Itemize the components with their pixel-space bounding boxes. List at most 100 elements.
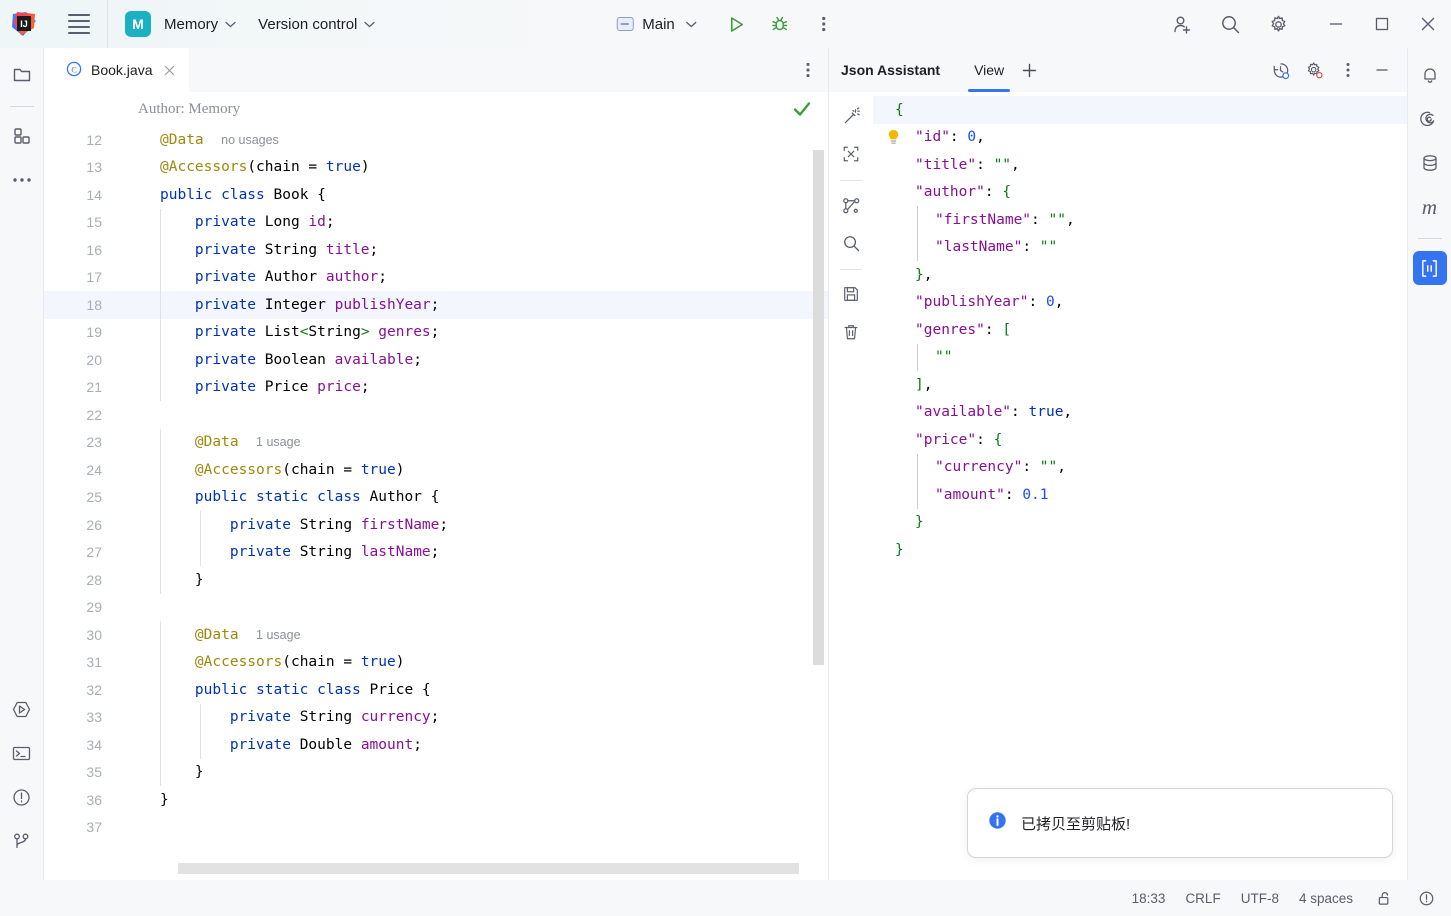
more-vertical-icon[interactable] [1331, 53, 1365, 87]
indent-guide [160, 319, 161, 347]
editor-tab-book-java[interactable]: C Book.java [44, 48, 189, 92]
json-line[interactable]: ], [873, 371, 1407, 399]
code-area[interactable]: 12@Data no usages13@Accessors(chain = tr… [44, 126, 828, 841]
magic-wand-icon[interactable] [835, 100, 867, 132]
gear-icon[interactable] [1261, 7, 1295, 41]
json-line[interactable]: "lastName": "" [873, 234, 1407, 262]
breadcrumb[interactable]: Author: Memory [44, 92, 828, 126]
code-line[interactable]: 24 @Accessors(chain = true) [44, 456, 828, 484]
code-line[interactable]: 14public class Book { [44, 181, 828, 209]
status-indent[interactable]: 4 spaces [1299, 891, 1353, 906]
code-line[interactable]: 32 public static class Price { [44, 676, 828, 704]
sidebar-item-structure[interactable] [5, 119, 39, 153]
sidebar-item-terminal[interactable] [5, 736, 39, 770]
code-line[interactable]: 12@Data no usages [44, 126, 828, 154]
json-line[interactable]: "" [873, 344, 1407, 372]
hamburger-menu-icon[interactable] [61, 0, 97, 48]
version-control-button[interactable]: Version control [254, 0, 379, 48]
json-line[interactable]: "title": "", [873, 151, 1407, 179]
sidebar-item-notifications[interactable] [1413, 58, 1447, 92]
code-line[interactable]: 28 } [44, 566, 828, 594]
code-line[interactable]: 37 [44, 814, 828, 842]
sidebar-item-json-assistant[interactable] [1413, 251, 1447, 285]
code-line[interactable]: 22 [44, 401, 828, 429]
json-line[interactable]: "price": { [873, 426, 1407, 454]
json-line[interactable]: } [873, 536, 1407, 564]
code-line[interactable]: 16 private String title; [44, 236, 828, 264]
json-line[interactable]: "author": { [873, 179, 1407, 207]
editor-body[interactable]: Author: Memory 12@Data no usages13@Acces… [44, 92, 828, 880]
code-line[interactable]: 35 } [44, 759, 828, 787]
sidebar-item-problems[interactable] [5, 780, 39, 814]
code-line[interactable]: 18 private Integer publishYear; [44, 291, 828, 319]
inspection-widget[interactable] [790, 97, 814, 126]
editor-vertical-scrollbar[interactable] [813, 150, 824, 665]
run-configuration-selector[interactable]: Main [610, 9, 703, 39]
json-line[interactable]: { [873, 96, 1407, 124]
unlocked-padlock-icon[interactable] [1373, 887, 1395, 909]
plus-icon[interactable] [1014, 48, 1044, 92]
json-line[interactable]: "firstName": "", [873, 206, 1407, 234]
gear-error-icon[interactable] [1297, 53, 1331, 87]
code-line[interactable]: 23 @Data 1 usage [44, 429, 828, 457]
minimize-icon[interactable] [1365, 53, 1399, 87]
code-line[interactable]: 33 private String currency; [44, 704, 828, 732]
sidebar-item-database[interactable] [1413, 146, 1447, 180]
json-line[interactable]: "genres": [ [873, 316, 1407, 344]
sidebar-item-version-control[interactable] [5, 824, 39, 858]
code-line[interactable]: 34 private Double amount; [44, 731, 828, 759]
json-line[interactable]: } [873, 509, 1407, 537]
code-line[interactable]: 20 private Boolean available; [44, 346, 828, 374]
more-horizontal-icon[interactable] [5, 163, 39, 197]
trash-icon[interactable] [835, 316, 867, 348]
maximize-icon[interactable] [1359, 0, 1405, 48]
code-line[interactable]: 27 private String lastName; [44, 539, 828, 567]
code-line[interactable]: 29 [44, 594, 828, 622]
add-user-icon[interactable] [1165, 7, 1199, 41]
code-line[interactable]: 36} [44, 786, 828, 814]
editor-tab-options-icon[interactable] [788, 48, 828, 92]
json-line[interactable]: "publishYear": 0, [873, 289, 1407, 317]
sidebar-item-maven[interactable]: m [1413, 190, 1447, 224]
close-icon[interactable] [1405, 0, 1451, 48]
indent-guide [160, 429, 161, 457]
code-line[interactable]: 13@Accessors(chain = true) [44, 154, 828, 182]
status-encoding[interactable]: UTF-8 [1241, 891, 1279, 906]
sidebar-item-ai-assistant[interactable] [1413, 102, 1447, 136]
code-line[interactable]: 30 @Data 1 usage [44, 621, 828, 649]
run-play-icon[interactable] [719, 7, 753, 41]
more-vertical-icon[interactable] [807, 7, 841, 41]
collapse-icon[interactable] [835, 138, 867, 170]
json-line[interactable]: "amount": 0.1 [873, 481, 1407, 509]
code-line[interactable]: 26 private String firstName; [44, 511, 828, 539]
json-line[interactable]: }, [873, 261, 1407, 289]
json-line[interactable]: "id": 0, [873, 124, 1407, 152]
search-icon[interactable] [1213, 7, 1247, 41]
code-line[interactable]: 17 private Author author; [44, 264, 828, 292]
history-settings-icon[interactable] [1263, 53, 1297, 87]
code-line[interactable]: 19 private List<String> genres; [44, 319, 828, 347]
minimize-icon[interactable] [1313, 0, 1359, 48]
indent-guide [160, 676, 161, 704]
search-icon[interactable] [835, 227, 867, 259]
json-line[interactable]: "available": true, [873, 399, 1407, 427]
intention-bulb-icon[interactable] [887, 129, 900, 145]
code-line[interactable]: 15 private Long id; [44, 209, 828, 237]
tab-view[interactable]: View [964, 48, 1014, 92]
close-icon[interactable] [161, 62, 177, 78]
json-line[interactable]: "currency": "", [873, 454, 1407, 482]
debug-bug-icon[interactable] [763, 7, 797, 41]
node-graph-icon[interactable] [835, 189, 867, 221]
code-line[interactable]: 25 public static class Author { [44, 484, 828, 512]
status-line-separator[interactable]: CRLF [1185, 891, 1220, 906]
save-floppy-icon[interactable] [835, 278, 867, 310]
sidebar-item-run[interactable] [5, 692, 39, 726]
code-line[interactable]: 31 @Accessors(chain = true) [44, 649, 828, 677]
sidebar-item-project[interactable] [5, 58, 39, 92]
json-content[interactable]: {"id": 0,"title": "","author": {"firstNa… [873, 92, 1407, 880]
editor-horizontal-scrollbar[interactable] [178, 863, 799, 874]
problems-warning-icon[interactable] [1415, 887, 1437, 909]
project-name-button[interactable]: Memory [160, 0, 240, 48]
code-line[interactable]: 21 private Price price; [44, 374, 828, 402]
notification-toast[interactable]: 已拷贝至剪贴板! [967, 788, 1393, 858]
